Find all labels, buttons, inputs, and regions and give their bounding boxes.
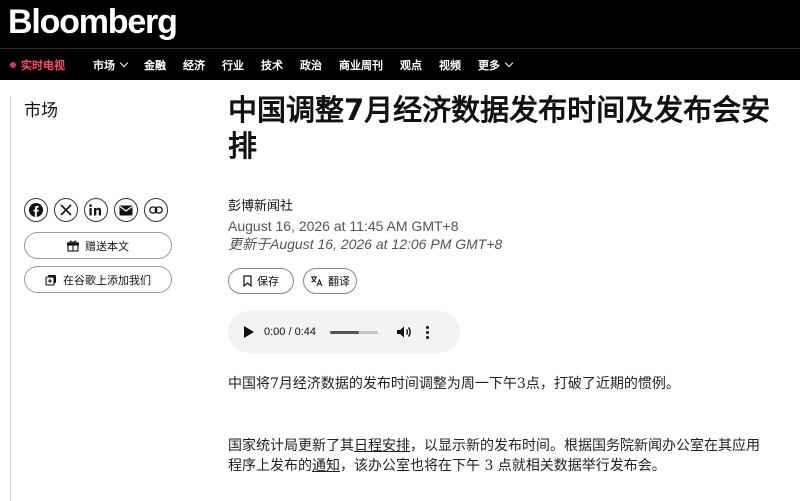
paragraph-text: 国家统计局更新了其 bbox=[228, 438, 354, 454]
gift-article-button[interactable]: 赠送本文 bbox=[24, 232, 172, 259]
audio-progress-bar[interactable] bbox=[330, 330, 378, 334]
nav-item-markets[interactable]: 市场 bbox=[93, 57, 129, 73]
chevron-down-icon bbox=[119, 58, 129, 67]
save-button[interactable]: 保存 bbox=[228, 268, 294, 294]
linkedin-icon bbox=[89, 204, 101, 216]
audio-progress-fill bbox=[330, 330, 359, 334]
top-header: Bloomberg bbox=[0, 0, 800, 48]
article-paragraph-2: 国家统计局更新了其日程安排，以显示新的发布时间。根据国务院新闻办公室在其应用程序… bbox=[228, 436, 768, 476]
nav-item-video[interactable]: 视频 bbox=[439, 57, 461, 73]
nav-label: 商业周刊 bbox=[339, 58, 383, 72]
nav-label: 金融 bbox=[144, 58, 166, 72]
article-paragraph-1: 中国将7月经济数据的发布时间调整为周一下午3点，打破了近期的惯例。 bbox=[228, 376, 680, 392]
nav-item-businessweek[interactable]: 商业周刊 bbox=[339, 57, 383, 73]
nav-item-industries[interactable]: 行业 bbox=[222, 57, 244, 73]
save-label: 保存 bbox=[257, 275, 279, 288]
share-linkedin-button[interactable] bbox=[84, 198, 108, 222]
chevron-down-icon bbox=[504, 58, 514, 67]
gift-article-label: 赠送本文 bbox=[85, 239, 129, 253]
nav-label: 视频 bbox=[439, 58, 461, 72]
left-divider bbox=[10, 96, 11, 501]
x-icon bbox=[60, 204, 72, 216]
nav-item-more[interactable]: 更多 bbox=[478, 57, 514, 73]
audio-player: 0:00 / 0:44 bbox=[228, 311, 460, 353]
share-x-button[interactable] bbox=[54, 198, 78, 222]
live-dot-icon bbox=[10, 61, 16, 68]
nav-label: 观点 bbox=[400, 58, 422, 72]
updated-date: 更新于August 16, 2026 at 12:06 PM GMT+8 bbox=[228, 236, 503, 252]
nav-label: 更多 bbox=[478, 58, 500, 72]
nav-label: 技术 bbox=[261, 58, 283, 72]
add-google-button[interactable]: 在谷歌上添加我们 bbox=[24, 266, 172, 293]
copy-link-button[interactable] bbox=[144, 198, 168, 222]
live-tv-label: 实时电视 bbox=[21, 58, 65, 72]
gift-icon bbox=[67, 240, 79, 252]
notice-link[interactable]: 通知 bbox=[312, 458, 340, 474]
main-nav: 实时电视 市场 金融 经济 行业 技术 政治 商业周刊 观点 视频 更多 bbox=[0, 48, 800, 80]
email-icon bbox=[119, 205, 133, 215]
facebook-icon bbox=[29, 203, 43, 217]
article-headline: 中国调整7月经济数据发布时间及发布会安排 bbox=[228, 93, 771, 163]
bloomberg-logo[interactable]: Bloomberg bbox=[8, 2, 178, 42]
share-facebook-button[interactable] bbox=[24, 198, 48, 222]
more-options-icon[interactable] bbox=[426, 325, 429, 340]
paragraph-text: ，该办公室也将在下午 3 点就相关数据举行发布会。 bbox=[340, 458, 666, 474]
volume-icon[interactable] bbox=[396, 325, 412, 339]
add-google-label: 在谷歌上添加我们 bbox=[63, 273, 151, 287]
play-icon[interactable] bbox=[244, 326, 254, 338]
schedule-link[interactable]: 日程安排 bbox=[354, 438, 410, 454]
bookmark-icon bbox=[243, 275, 252, 287]
nav-item-politics[interactable]: 政治 bbox=[300, 57, 322, 73]
nav-live-tv[interactable]: 实时电视 bbox=[10, 57, 65, 73]
nav-item-finance[interactable]: 金融 bbox=[144, 57, 166, 73]
translate-button[interactable]: 翻译 bbox=[303, 268, 357, 294]
nav-item-technology[interactable]: 技术 bbox=[261, 57, 283, 73]
nav-item-economics[interactable]: 经济 bbox=[183, 57, 205, 73]
google-add-icon bbox=[45, 274, 56, 286]
nav-label: 行业 bbox=[222, 58, 244, 72]
translate-icon bbox=[311, 276, 323, 287]
audio-time: 0:00 / 0:44 bbox=[264, 326, 316, 338]
nav-label: 政治 bbox=[300, 58, 322, 72]
nav-label: 市场 bbox=[93, 58, 115, 72]
share-email-button[interactable] bbox=[114, 198, 138, 222]
nav-item-opinion[interactable]: 观点 bbox=[400, 57, 422, 73]
section-label[interactable]: 市场 bbox=[24, 96, 58, 121]
link-icon bbox=[149, 206, 163, 214]
published-date: August 16, 2026 at 11:45 AM GMT+8 bbox=[228, 218, 459, 234]
translate-label: 翻译 bbox=[328, 275, 350, 288]
share-buttons bbox=[24, 198, 174, 222]
nav-label: 经济 bbox=[183, 58, 205, 72]
article-byline[interactable]: 彭博新闻社 bbox=[228, 195, 293, 214]
